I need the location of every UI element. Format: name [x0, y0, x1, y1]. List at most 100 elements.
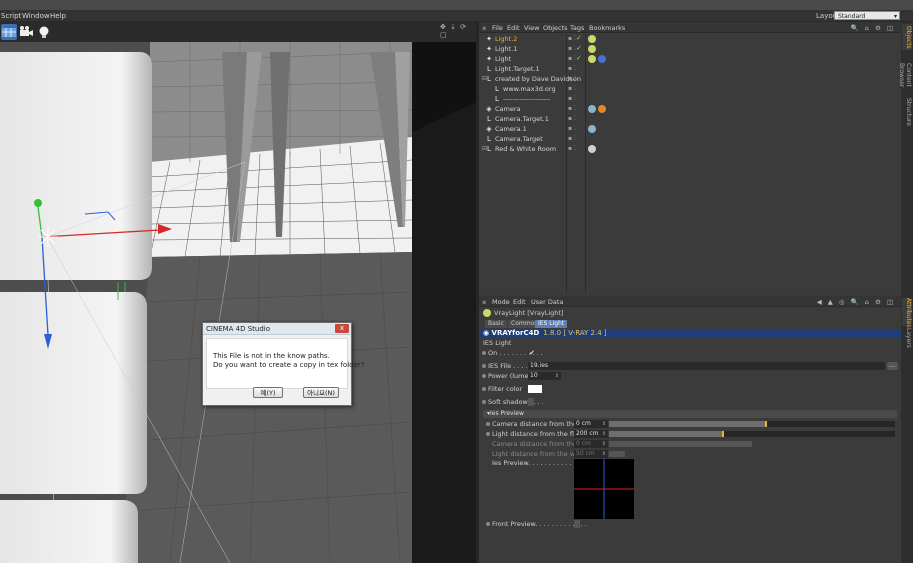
enabled-check-icon[interactable]: ✓: [576, 44, 582, 52]
visibility-flags-icon[interactable]: ▪ ⁚: [568, 85, 576, 92]
object-row[interactable]: ✦ Light.1 ▪ ⁚ ✓: [479, 44, 901, 54]
om-menu-view[interactable]: View: [524, 24, 539, 32]
tab-attributes[interactable]: Attributes: [902, 298, 912, 328]
am-navigation-icons[interactable]: ◀ ▲ ◎ 🔍 ⌂ ⚙ ◫: [817, 298, 895, 306]
menu-window[interactable]: Window: [22, 12, 50, 20]
om-search-tools-icon[interactable]: 🔍 ⌂ ⚙ ◫: [851, 24, 895, 32]
object-name[interactable]: Camera.1: [495, 125, 527, 133]
om-menu-edit[interactable]: Edit: [507, 24, 520, 32]
light-bulb-icon[interactable]: [36, 24, 52, 40]
visibility-flags-icon[interactable]: ▪ ⁚: [568, 55, 576, 62]
camera-tag-icon[interactable]: [588, 105, 596, 113]
slider-knob[interactable]: [722, 431, 725, 437]
animation-dot-icon[interactable]: [482, 364, 486, 368]
stepper-icon[interactable]: ⇕: [555, 372, 559, 380]
filter-color-swatch[interactable]: [528, 385, 542, 393]
object-name[interactable]: Light: [495, 55, 511, 63]
tab-layers[interactable]: Layers: [902, 328, 912, 348]
visibility-flags-icon[interactable]: ▪ ⁚: [568, 65, 576, 72]
object-name[interactable]: Light.1: [495, 45, 517, 53]
object-row[interactable]: L Light.Target.1 ▪ ⁚: [479, 64, 901, 74]
object-row[interactable]: ✦ Light.2 ▪ ⁚ ✓: [479, 34, 901, 44]
stepper-icon[interactable]: ⇕: [602, 420, 606, 428]
stepper-icon[interactable]: ⇕: [602, 450, 606, 458]
object-name[interactable]: Camera.Target.1: [495, 115, 549, 123]
object-row[interactable]: L Camera.Target ▪ ⁚: [479, 134, 901, 144]
object-name[interactable]: Camera.Target: [495, 135, 543, 143]
visibility-flags-icon[interactable]: ▪ ⁚: [568, 135, 576, 142]
object-name[interactable]: Red & White Room: [495, 145, 556, 153]
camera-icon[interactable]: [18, 24, 34, 40]
viewport-navigation-icons[interactable]: ✥ ⇣ ⟳ ▢: [440, 23, 476, 39]
power-input[interactable]: 10 ⇕: [528, 372, 561, 380]
front-preview-checkbox[interactable]: [574, 520, 580, 528]
visibility-flags-icon[interactable]: ▪ ⁚: [568, 95, 576, 102]
slider-knob[interactable]: [765, 421, 768, 427]
close-icon[interactable]: x: [335, 324, 349, 333]
ies-preview-group-header[interactable]: ▾Ies Preview: [483, 410, 897, 418]
vray-light-tag-icon[interactable]: [588, 45, 596, 53]
menu-script[interactable]: Script: [1, 12, 21, 20]
om-menu-bookmarks[interactable]: Bookmarks: [589, 24, 625, 32]
stepper-icon[interactable]: ⇕: [602, 430, 606, 438]
object-row[interactable]: ◈ Camera ▪ ⁚: [479, 104, 901, 114]
texture-tag-icon[interactable]: [588, 145, 596, 153]
object-name[interactable]: www.max3d.org: [503, 85, 556, 93]
vray-light-tag-icon[interactable]: [588, 35, 596, 43]
light-floor-input[interactable]: 200 cm ⇕: [574, 430, 608, 438]
object-row[interactable]: ⊟ Lcreated by Dave Davidson ▪ ⁚: [479, 74, 901, 84]
dialog-titlebar[interactable]: CINEMA 4D Studio x: [203, 323, 351, 335]
camera-floor-slider[interactable]: [609, 421, 895, 427]
object-name[interactable]: Light.2: [495, 35, 517, 43]
camera-wall-input[interactable]: 0 cm ⇕: [574, 440, 608, 448]
object-row[interactable]: ◈ Camera.1 ▪ ⁚: [479, 124, 901, 134]
light-floor-slider[interactable]: [609, 431, 895, 437]
tab-structure[interactable]: Structure: [902, 98, 912, 126]
light-wall-input[interactable]: 50 cm ⇕: [574, 450, 608, 458]
camera-tag-icon[interactable]: [588, 125, 596, 133]
ies-file-input[interactable]: 19.ies: [528, 362, 885, 370]
object-row[interactable]: Lwww.max3d.org ▪ ⁚: [479, 84, 901, 94]
visibility-flags-icon[interactable]: ▪ ⁚: [568, 125, 576, 132]
animation-dot-icon[interactable]: [482, 351, 486, 355]
object-row[interactable]: ✦ Light ▪ ⁚ ✓: [479, 54, 901, 64]
browse-button[interactable]: …: [887, 362, 898, 370]
light-wall-slider[interactable]: [609, 451, 625, 457]
object-row[interactable]: L -------------------- ▪ ⁚: [479, 94, 901, 104]
tab-ies-light[interactable]: IES Light: [535, 320, 568, 328]
visibility-flags-icon[interactable]: ▪ ⁚: [568, 45, 576, 52]
camera-wall-slider[interactable]: [609, 441, 752, 447]
am-menu-mode[interactable]: Mode: [492, 298, 510, 306]
am-menu-user-data[interactable]: User Data: [531, 298, 563, 306]
no-button[interactable]: 아니요(N): [303, 387, 339, 398]
am-menu-edit[interactable]: Edit: [513, 298, 526, 306]
animation-dot-icon[interactable]: [482, 400, 486, 404]
vray-light-tag-icon[interactable]: [588, 55, 596, 63]
enabled-check-icon[interactable]: ✓: [576, 54, 582, 62]
animation-dot-icon[interactable]: [486, 432, 490, 436]
floor-grid-icon[interactable]: [1, 24, 17, 40]
animation-dot-icon[interactable]: [486, 522, 490, 526]
om-menu-tags[interactable]: Tags: [570, 24, 584, 32]
target-tag-icon[interactable]: [598, 55, 606, 63]
visibility-flags-icon[interactable]: ▪ ⁚: [568, 145, 576, 152]
menu-help[interactable]: Help: [50, 12, 66, 20]
om-menu-objects[interactable]: Objects: [543, 24, 568, 32]
tab-objects[interactable]: Objects: [902, 24, 912, 50]
om-menu-file[interactable]: File: [492, 24, 503, 32]
3d-viewport[interactable]: [0, 42, 476, 563]
visibility-flags-icon[interactable]: ▪ ⁚: [568, 75, 576, 82]
layout-dropdown[interactable]: Standard ▾: [834, 11, 900, 20]
object-name[interactable]: --------------------: [503, 95, 550, 103]
visibility-flags-icon[interactable]: ▪ ⁚: [568, 35, 576, 42]
object-name[interactable]: Camera: [495, 105, 521, 113]
yes-button[interactable]: 예(Y): [253, 387, 283, 398]
object-name[interactable]: Light.Target.1: [495, 65, 540, 73]
enabled-check-icon[interactable]: ✓: [576, 34, 582, 42]
animation-dot-icon[interactable]: [486, 422, 490, 426]
tab-basic[interactable]: Basic: [485, 320, 507, 328]
on-checkbox[interactable]: ✔: [527, 349, 537, 357]
visibility-flags-icon[interactable]: ▪ ⁚: [568, 115, 576, 122]
protection-tag-icon[interactable]: [598, 105, 606, 113]
soft-shadows-checkbox[interactable]: [528, 398, 534, 406]
